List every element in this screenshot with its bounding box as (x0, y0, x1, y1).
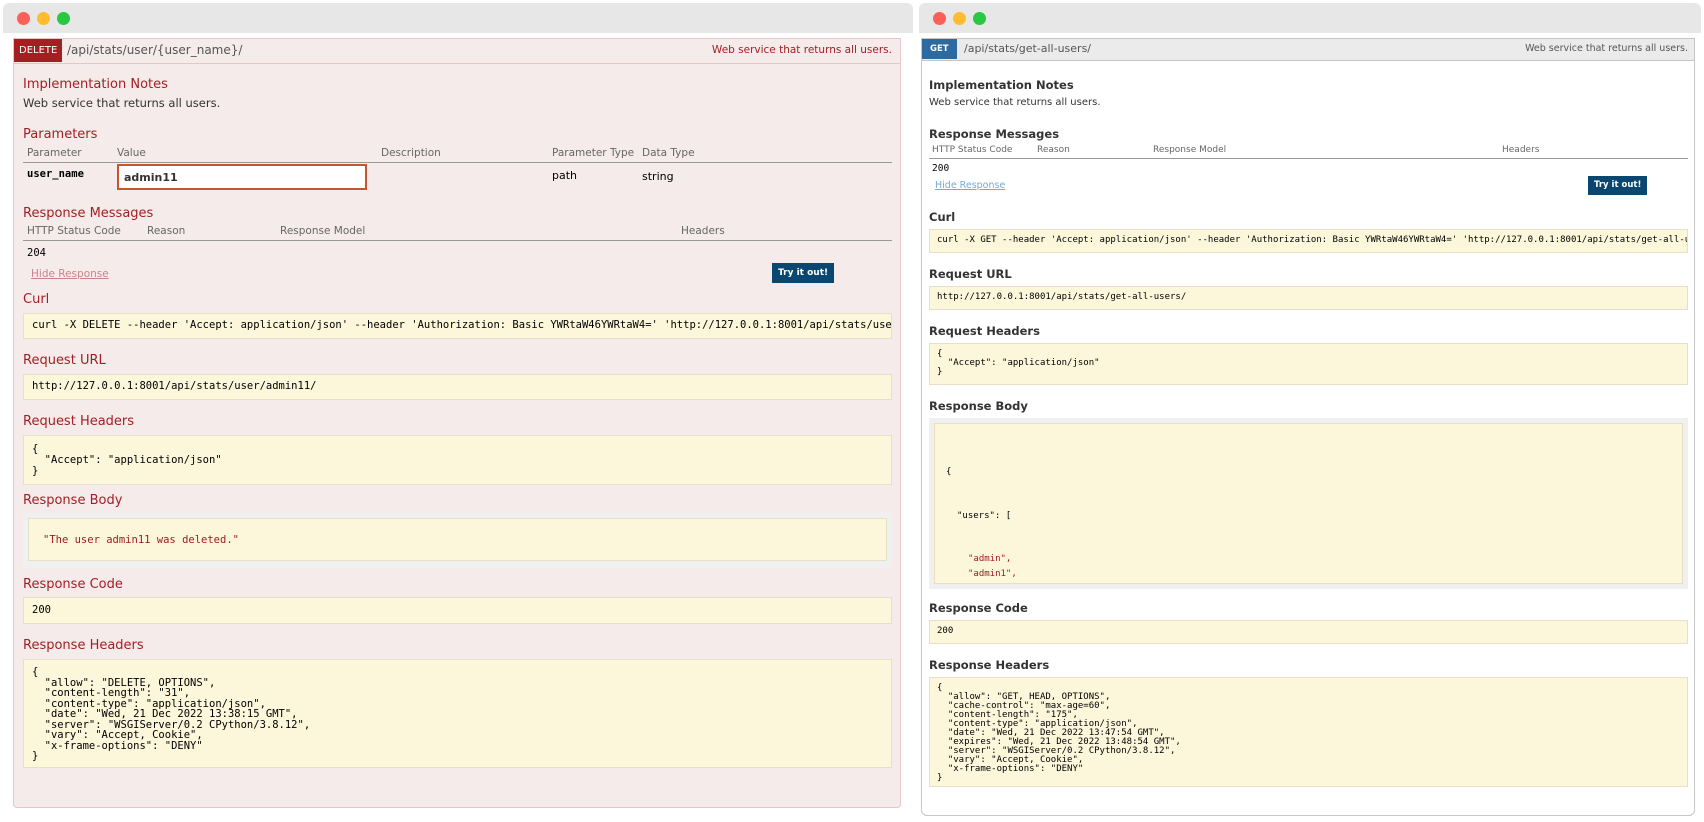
user-item: "admin", (968, 554, 1012, 564)
response-headers-title: Response Headers (23, 638, 144, 653)
response-messages-title: Response Messages (23, 206, 154, 221)
method-badge[interactable]: GET (922, 39, 957, 59)
try-it-out-button[interactable]: Try it out! (1588, 176, 1648, 195)
implementation-notes-text: Web service that returns all users. (23, 96, 221, 110)
curl-command[interactable]: curl -X DELETE --header 'Accept: applica… (23, 313, 892, 339)
maximize-window-button[interactable] (973, 12, 986, 25)
response-headers-value: { "allow": "GET, HEAD, OPTIONS", "cache-… (929, 677, 1688, 787)
request-headers-value: { "Accept": "application/json" } (23, 435, 892, 485)
delete-operation-panel: DELETE /api/stats/user/{user_name}/ Web … (13, 38, 901, 808)
window-get-endpoint: GET /api/stats/get-all-users/ Web servic… (919, 3, 1701, 822)
param-data-type: string (642, 170, 674, 183)
endpoint-summary: Web service that returns all users. (711, 44, 892, 56)
status-code: 200 (932, 163, 950, 174)
request-headers-value: { "Accept": "application/json" } (929, 343, 1688, 385)
method-badge[interactable]: DELETE (14, 39, 63, 62)
json-users-key: "users": [ (957, 510, 1012, 521)
curl-title: Curl (929, 210, 956, 224)
col-reason: Reason (147, 225, 186, 237)
titlebar (919, 3, 1701, 33)
col-description: Description (381, 147, 441, 159)
user-name-input[interactable] (117, 164, 367, 190)
response-body-value: "The user admin11 was deleted." (28, 518, 887, 561)
json-open-brace: { (946, 467, 952, 477)
parameters-table-header: Parameter Value Description Parameter Ty… (23, 145, 892, 163)
titlebar (3, 3, 913, 33)
response-body-title: Response Body (23, 493, 123, 508)
param-name: user_name (27, 168, 84, 180)
response-code-title: Response Code (23, 577, 123, 592)
col-headers: Headers (681, 225, 725, 237)
response-code-value: 200 (23, 597, 892, 624)
try-it-out-button[interactable]: Try it out! (772, 263, 835, 283)
minimize-window-button[interactable] (37, 12, 50, 25)
col-response-model: Response Model (280, 225, 366, 237)
close-window-button[interactable] (17, 12, 30, 25)
minimize-window-button[interactable] (953, 12, 966, 25)
curl-command[interactable]: curl -X GET --header 'Accept: applicatio… (929, 229, 1688, 253)
implementation-notes-text: Web service that returns all users. (929, 97, 1101, 108)
col-value: Value (117, 147, 146, 159)
response-headers-value: { "allow": "DELETE, OPTIONS", "content-l… (23, 659, 892, 768)
endpoint-summary: Web service that returns all users. (1525, 43, 1688, 54)
request-headers-title: Request Headers (23, 414, 135, 429)
maximize-window-button[interactable] (57, 12, 70, 25)
response-code-title: Response Code (929, 601, 1028, 615)
request-url-value[interactable]: http://127.0.0.1:8001/api/stats/user/adm… (23, 374, 892, 400)
curl-title: Curl (23, 292, 50, 307)
col-reason: Reason (1037, 145, 1070, 155)
user-item: "afc", (968, 581, 1671, 583)
col-parameter-type: Parameter Type (552, 147, 635, 159)
close-window-button[interactable] (933, 12, 946, 25)
col-response-model: Response Model (1153, 145, 1227, 155)
param-type: path (552, 169, 578, 182)
implementation-notes-title: Implementation Notes (23, 77, 168, 92)
request-url-value[interactable]: http://127.0.0.1:8001/api/stats/get-all-… (929, 286, 1688, 310)
response-messages-header: HTTP Status Code Reason Response Model H… (929, 144, 1688, 159)
hide-response-link[interactable]: Hide Response (31, 268, 109, 280)
response-body-title: Response Body (929, 399, 1028, 413)
response-messages-title: Response Messages (929, 127, 1060, 141)
users-list: "admin","admin1","afc","aferri","alice",… (946, 552, 1671, 583)
operation-heading[interactable]: GET /api/stats/get-all-users/ Web servic… (922, 39, 1694, 61)
hide-response-link[interactable]: Hide Response (935, 180, 1005, 191)
parameters-title: Parameters (23, 127, 98, 142)
response-body-container: { "users": [ "admin","admin1","afc","afe… (929, 418, 1688, 589)
implementation-notes-title: Implementation Notes (929, 78, 1074, 92)
request-url-title: Request URL (929, 267, 1012, 281)
get-operation-panel: GET /api/stats/get-all-users/ Web servic… (921, 38, 1695, 816)
endpoint-path[interactable]: /api/stats/get-all-users/ (964, 42, 1091, 55)
response-code-value: 200 (929, 620, 1688, 644)
status-code: 204 (27, 247, 46, 259)
response-body-container: "The user admin11 was deleted." (23, 513, 892, 568)
endpoint-path[interactable]: /api/stats/user/{user_name}/ (67, 43, 242, 57)
col-headers: Headers (1502, 145, 1540, 155)
response-body-value[interactable]: { "users": [ "admin","admin1","afc","afe… (934, 423, 1683, 584)
request-url-title: Request URL (23, 353, 106, 368)
col-http-status: HTTP Status Code (27, 225, 121, 237)
request-headers-title: Request Headers (929, 324, 1040, 338)
operation-heading[interactable]: DELETE /api/stats/user/{user_name}/ Web … (14, 39, 900, 64)
user-item: "admin1", (968, 568, 1017, 579)
col-parameter: Parameter (27, 147, 82, 159)
response-headers-title: Response Headers (929, 658, 1050, 672)
col-http-status: HTTP Status Code (932, 145, 1013, 155)
col-data-type: Data Type (642, 147, 695, 159)
window-delete-endpoint: DELETE /api/stats/user/{user_name}/ Web … (3, 3, 913, 822)
response-messages-header: HTTP Status Code Reason Response Model H… (23, 223, 892, 241)
